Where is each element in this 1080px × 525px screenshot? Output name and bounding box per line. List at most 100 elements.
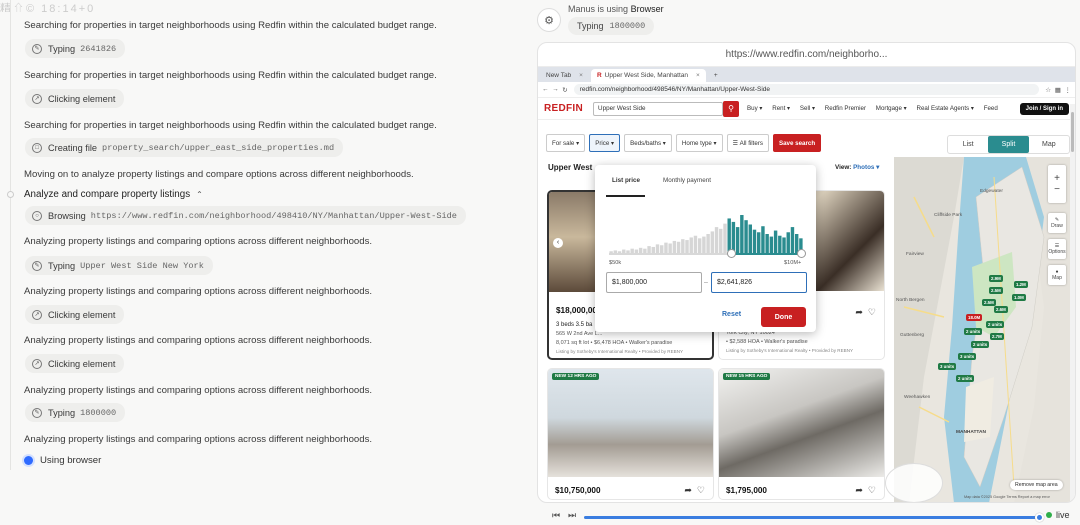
timeline-track[interactable] (584, 516, 1039, 519)
filter-for-sale[interactable]: For sale ▾ (546, 134, 586, 152)
listing-card[interactable]: NEW 15 HRS AGO $1,795,000 ➦ ♡ (718, 368, 885, 500)
map-pin[interactable]: 2.6M (994, 306, 1008, 313)
map-panel[interactable]: Edgewater Cliffside Park Fairview North … (894, 157, 1072, 502)
view-map[interactable]: Map (1029, 136, 1069, 153)
redfin-logo[interactable]: REDFIN (544, 103, 583, 114)
page-scrollbar[interactable] (1070, 104, 1075, 502)
step-text: Searching for properties in target neigh… (24, 70, 437, 81)
star-icon[interactable]: ☆ (1045, 86, 1051, 94)
min-price-handle[interactable] (727, 249, 736, 258)
tab-upper-west-side[interactable]: R Upper West Side, Manhattan × (590, 69, 706, 82)
chip-action: Creating file (48, 142, 98, 153)
map-pin-selected[interactable]: 18.0M (966, 314, 983, 321)
new-tab-button[interactable]: + (708, 69, 724, 82)
menu-feed[interactable]: Feed (984, 105, 998, 112)
heart-icon[interactable]: ♡ (868, 307, 876, 317)
chip-action: Typing (48, 407, 76, 418)
map-pin[interactable]: 2 units (956, 375, 975, 382)
action-chip-create-file[interactable]: □ Creating file property_search/upper_ea… (25, 138, 344, 157)
search-button[interactable]: ⚲ (723, 100, 740, 117)
address-bar[interactable]: redfin.com/neighborhood/498546/NY/Manhat… (573, 84, 1040, 95)
share-icon[interactable]: ➦ (684, 485, 692, 495)
map-pin[interactable]: 2.5M (989, 287, 1003, 294)
file-icon: □ (32, 142, 42, 153)
tab-new-tab[interactable]: New Tab × (540, 69, 589, 82)
save-search-button[interactable]: Save search (772, 134, 822, 152)
map-pin[interactable]: 2 units (971, 341, 990, 348)
listing-actions: ➦ ♡ (855, 307, 876, 318)
chevron-left-icon[interactable]: ‹ (553, 238, 563, 248)
menu-rent[interactable]: Rent ▾ (772, 105, 790, 112)
menu-mortgage[interactable]: Mortgage ▾ (876, 105, 907, 112)
range-min-label: $50k (609, 260, 622, 266)
back-icon[interactable]: ← (542, 86, 549, 93)
action-chip-click[interactable]: ↗ Clicking element (25, 89, 125, 108)
menu-sell[interactable]: Sell ▾ (800, 105, 815, 112)
draw-button[interactable]: ✎ Draw (1048, 213, 1066, 233)
map-pin[interactable]: 2 units (986, 321, 1005, 328)
skip-forward-icon[interactable]: ⏭ (565, 510, 579, 521)
remove-map-area-button[interactable]: Remove map area (1010, 480, 1063, 490)
scrollbar-thumb[interactable] (1071, 112, 1074, 152)
histogram-bar (714, 227, 719, 253)
heart-icon[interactable]: ♡ (697, 485, 705, 495)
filter-beds-baths[interactable]: Beds/baths ▾ (624, 134, 672, 152)
tab-list-price[interactable]: List price (612, 177, 640, 184)
listing-beds-baths: 3 beds 3.5 ba (556, 322, 593, 328)
map-pin[interactable]: 2.9M (989, 275, 1003, 282)
map-pin[interactable]: 1.0M (1012, 294, 1026, 301)
share-icon[interactable]: ➦ (855, 307, 863, 317)
max-price-input[interactable]: $2,641,826 (711, 272, 807, 293)
extensions-icon[interactable]: ▦ (1055, 86, 1061, 94)
menu-icon[interactable]: ⋮ (1065, 86, 1072, 94)
action-chip-browsing[interactable]: ○ Browsing https://www.redfin.com/neighb… (25, 206, 466, 225)
filter-home-type[interactable]: Home type ▾ (675, 134, 723, 152)
map-pin[interactable]: 2.7M (990, 333, 1004, 340)
tab-monthly-payment[interactable]: Monthly payment (663, 177, 711, 184)
map-pin[interactable]: 2 units (964, 328, 983, 335)
close-icon[interactable]: × (579, 72, 583, 79)
histogram-bar (727, 218, 731, 253)
action-chip-click[interactable]: ↗ Clicking element (25, 305, 125, 324)
view-split[interactable]: Split (988, 136, 1029, 153)
view-list[interactable]: List (948, 136, 988, 153)
map-pin[interactable]: 1.2M (1014, 281, 1028, 288)
menu-premier[interactable]: Redfin Premier (825, 105, 866, 112)
typing-icon: ✎ (32, 43, 42, 54)
forward-icon[interactable]: → (552, 86, 559, 93)
timeline-thumb[interactable] (1035, 513, 1044, 522)
section-header[interactable]: Analyze and compare property listings ⌃ (24, 189, 203, 200)
map-pin[interactable]: 3 units (938, 363, 957, 370)
done-button[interactable]: Done (761, 307, 806, 327)
map-pin[interactable]: 2.5M (982, 299, 996, 306)
map-type-button[interactable]: ● Map (1048, 265, 1066, 285)
options-button[interactable]: ☰ Options (1048, 239, 1066, 259)
chip-action: Clicking element (48, 358, 116, 369)
live-indicator[interactable]: live (1046, 510, 1070, 520)
min-price-input[interactable]: $1,800,000 (606, 272, 702, 293)
action-chip-typing[interactable]: ✎ Typing Upper West Side New York (25, 256, 213, 275)
reload-icon[interactable]: ↻ (562, 86, 567, 94)
menu-agents[interactable]: Real Estate Agents ▾ (917, 105, 974, 112)
location-search-input[interactable]: Upper West Side (593, 101, 724, 116)
reset-button[interactable]: Reset (722, 311, 741, 318)
action-chip-click[interactable]: ↗ Clicking element (25, 354, 125, 373)
map-pin[interactable]: 3 units (958, 353, 977, 360)
menu-buy[interactable]: Buy ▾ (747, 105, 763, 112)
view-value: Photos ▾ (853, 164, 880, 171)
listing-photo (548, 369, 713, 477)
action-chip-typing[interactable]: ✎ Typing 1800000 (25, 403, 126, 422)
heart-icon[interactable]: ♡ (868, 485, 876, 495)
skip-back-icon[interactable]: ⏮ (549, 510, 563, 521)
filter-all[interactable]: ☰ All filters (726, 134, 769, 152)
view-photos-select[interactable]: View: Photos ▾ (835, 164, 879, 171)
join-sign-in-button[interactable]: Join / Sign in (1019, 102, 1069, 115)
share-icon[interactable]: ➦ (855, 485, 863, 495)
zoom-out-button[interactable]: − (1054, 184, 1060, 195)
zoom-in-button[interactable]: + (1054, 173, 1060, 184)
max-price-handle[interactable] (797, 249, 806, 258)
close-icon[interactable]: × (696, 72, 700, 79)
listing-card[interactable]: NEW 12 HRS AGO $10,750,000 ➦ ♡ (547, 368, 714, 500)
action-chip-typing[interactable]: ✎ Typing 2641826 (25, 39, 126, 58)
filter-price[interactable]: Price ▾ (589, 134, 621, 152)
